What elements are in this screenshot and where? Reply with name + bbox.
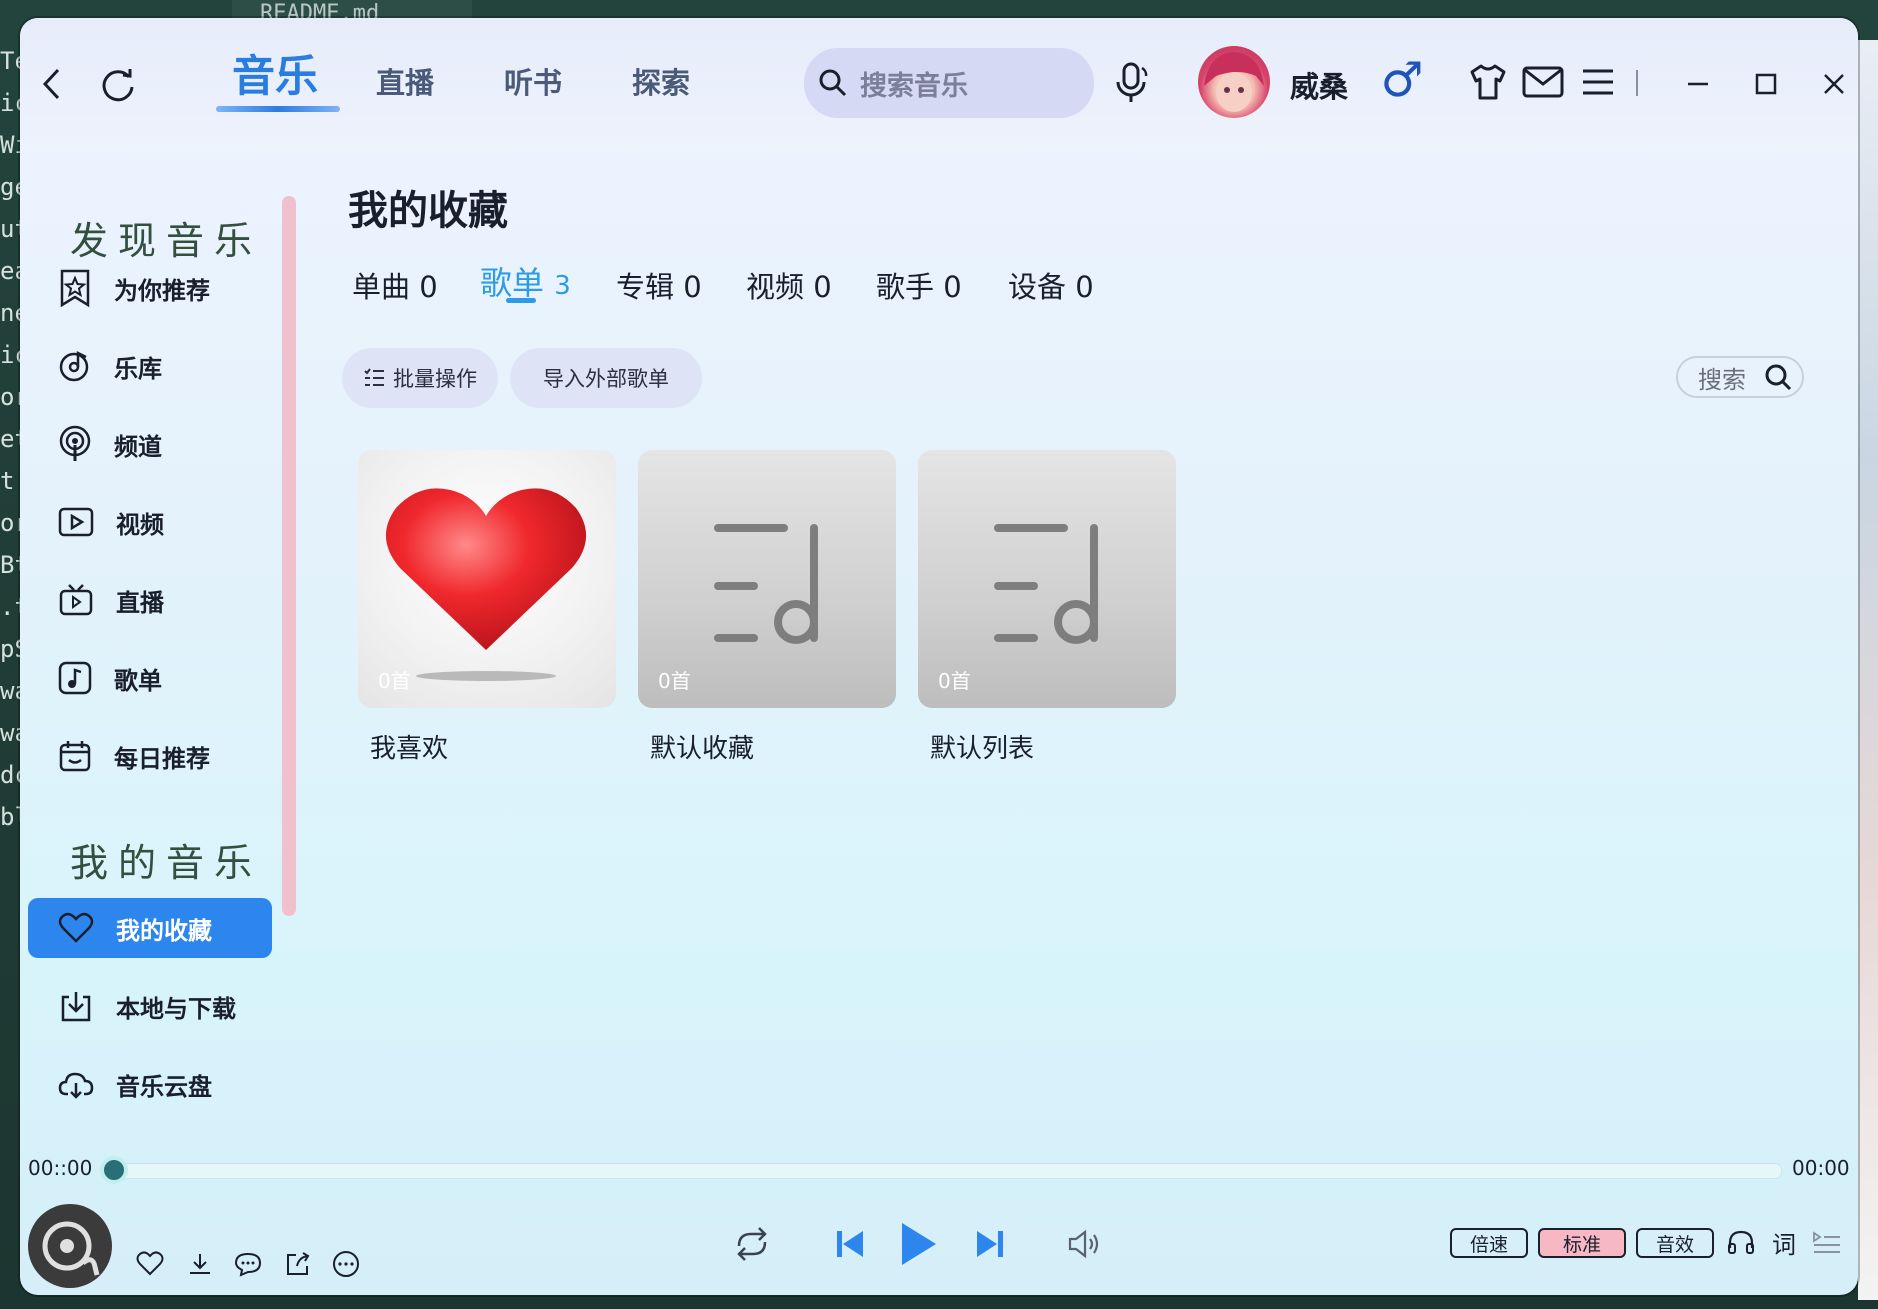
skin-shirt-icon[interactable] (1466, 60, 1510, 104)
share-icon[interactable] (282, 1248, 314, 1280)
tab-devices[interactable]: 设备 0 (1008, 264, 1094, 306)
tv-icon (59, 584, 93, 616)
sidebar-item-channel[interactable]: 频道 (28, 414, 272, 474)
maximize-icon[interactable] (1746, 64, 1786, 104)
playlist-card-liked[interactable]: 0首 (358, 450, 616, 708)
progress-bar[interactable] (116, 1163, 1782, 1179)
refresh-icon[interactable] (96, 62, 140, 106)
sidebar-item-favorites[interactable]: 我的收藏 (28, 898, 272, 958)
lyrics-button[interactable]: 词 (1766, 1224, 1802, 1260)
sidebar-item-playlist[interactable]: 歌单 (28, 648, 272, 708)
tab-singers[interactable]: 歌手 0 (876, 264, 962, 306)
progress-knob[interactable] (100, 1156, 128, 1184)
search-icon (1765, 364, 1792, 391)
music-note-icon (58, 661, 92, 695)
active-tab-underline (216, 106, 340, 112)
sidebar: 发现音乐 为你推荐 乐库 频道 视频 直播 歌单 每日推荐 我的音乐 我的收藏 … (20, 146, 288, 1146)
sidebar-item-recommend[interactable]: 为你推荐 (28, 258, 272, 318)
comment-icon[interactable] (232, 1248, 264, 1280)
total-time: 00:00 (1792, 1156, 1850, 1180)
play-icon[interactable] (892, 1218, 944, 1270)
sidebar-item-library[interactable]: 乐库 (28, 336, 272, 396)
speed-button[interactable]: 倍速 (1450, 1228, 1528, 1258)
playlist-card-default-favorites[interactable]: 0首 (638, 450, 896, 708)
mail-icon[interactable] (1520, 60, 1566, 104)
tab-albums[interactable]: 专辑 0 (616, 264, 702, 306)
sidebar-item-video[interactable]: 视频 (28, 492, 272, 552)
heart-icon (58, 912, 94, 943)
page-title: 我的收藏 (348, 188, 508, 234)
tab-audiobook[interactable]: 听书 (504, 60, 562, 102)
batch-operation-button[interactable]: 批量操作 (342, 348, 498, 408)
back-icon[interactable] (32, 64, 72, 104)
sub-tab-underline (506, 298, 536, 303)
sidebar-item-cloud[interactable]: 音乐云盘 (28, 1054, 272, 1114)
current-time: 00::00 (28, 1156, 93, 1180)
minimize-icon[interactable] (1678, 64, 1718, 104)
voice-search-icon[interactable] (1108, 58, 1156, 106)
playlist-name-default-favorites[interactable]: 默认收藏 (650, 728, 754, 765)
tab-music[interactable]: 音乐 (232, 42, 318, 104)
tab-explore[interactable]: 探索 (632, 60, 690, 102)
list-check-icon (364, 368, 384, 386)
sound-effect-button[interactable]: 音效 (1636, 1228, 1714, 1258)
background-code-fragments: Te ic Wi ge ut ea ne ic or et t or Bt .t… (0, 47, 20, 831)
volume-icon[interactable] (1062, 1224, 1106, 1264)
sidebar-item-daily[interactable]: 每日推荐 (28, 726, 272, 786)
search-icon (819, 69, 847, 97)
video-icon (58, 507, 94, 537)
playlist-name-default-list[interactable]: 默认列表 (930, 728, 1034, 765)
tab-songs[interactable]: 单曲 0 (352, 264, 438, 306)
music-app-window: 音乐 直播 听书 探索 搜索音乐 威桑 ♂ 发现音乐 为你推荐 乐库 频道 视频… (20, 18, 1858, 1295)
tab-live[interactable]: 直播 (376, 60, 434, 102)
tab-videos[interactable]: 视频 0 (746, 264, 832, 306)
discover-section-title: 发现音乐 (70, 219, 263, 263)
quality-button[interactable]: 标准 (1538, 1228, 1626, 1258)
more-icon[interactable] (330, 1248, 362, 1280)
male-gender-icon: ♂ (1380, 52, 1424, 108)
playlist-name-liked[interactable]: 我喜欢 (370, 728, 448, 765)
like-song-icon[interactable] (134, 1248, 166, 1280)
username[interactable]: 威桑 (1290, 64, 1348, 106)
top-bar: 音乐 直播 听书 探索 搜索音乐 威桑 ♂ (20, 18, 1858, 146)
next-track-icon[interactable] (968, 1224, 1012, 1264)
podcast-icon (59, 425, 91, 461)
headphone-icon[interactable] (1722, 1224, 1760, 1260)
download-icon (61, 992, 91, 1022)
download-song-icon[interactable] (184, 1248, 216, 1280)
sidebar-item-live[interactable]: 直播 (28, 570, 272, 630)
playlist-queue-icon[interactable] (1808, 1224, 1846, 1260)
playlist-card-default-list[interactable]: 0首 (918, 450, 1176, 708)
background-right-strip (1858, 40, 1878, 1300)
music-disc-icon (59, 350, 89, 382)
album-disc-icon[interactable] (28, 1204, 112, 1288)
search-placeholder: 搜索音乐 (860, 70, 968, 102)
star-bookmark-icon (60, 269, 90, 308)
playlist-search-button[interactable]: 搜索 (1676, 356, 1804, 398)
close-icon[interactable] (1814, 64, 1854, 104)
repeat-mode-icon[interactable] (728, 1222, 776, 1266)
cloud-icon (58, 1072, 94, 1099)
avatar[interactable] (1198, 46, 1270, 118)
sidebar-scrollbar[interactable] (282, 196, 296, 916)
menu-icon[interactable] (1576, 60, 1620, 104)
sidebar-item-local-download[interactable]: 本地与下载 (28, 976, 272, 1036)
previous-track-icon[interactable] (828, 1224, 872, 1264)
search-input[interactable]: 搜索音乐 (804, 48, 1094, 118)
calendar-icon (59, 741, 91, 772)
import-playlist-button[interactable]: 导入外部歌单 (510, 348, 702, 408)
topbar-divider (1636, 70, 1638, 96)
my-music-section-title: 我的音乐 (70, 841, 263, 885)
